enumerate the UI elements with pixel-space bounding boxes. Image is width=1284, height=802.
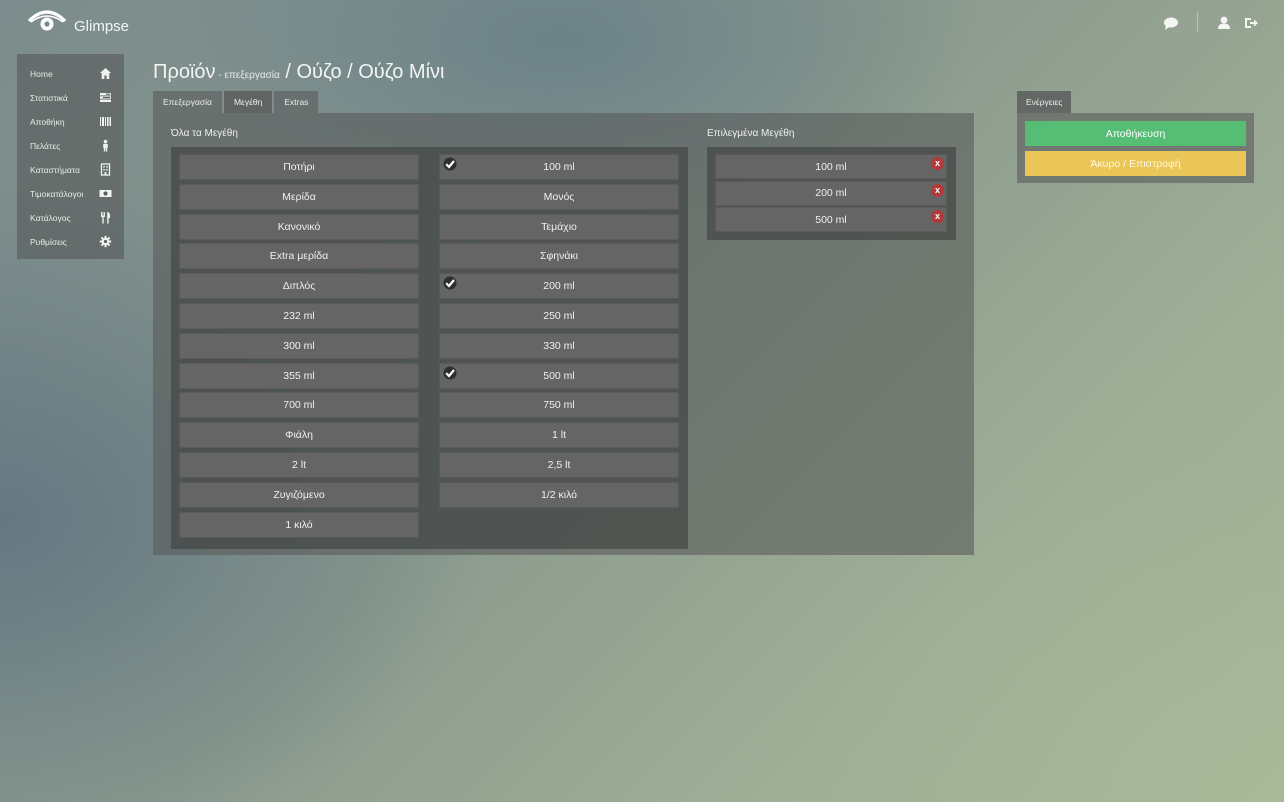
actions-tab[interactable]: Ενέργειες [1017, 91, 1072, 113]
size-option[interactable]: Μερίδα [179, 183, 419, 210]
remove-size-button[interactable]: x [931, 210, 944, 223]
size-option-label: Μονός [543, 190, 575, 203]
sidebar-item-customers[interactable]: Πελάτες [17, 134, 124, 158]
user-icon[interactable] [1215, 14, 1233, 32]
size-option-label: 750 ml [543, 399, 575, 412]
size-option[interactable]: 1/2 κιλό [439, 481, 679, 508]
sidebar-item-home[interactable]: Home [17, 62, 124, 86]
size-option-label: 100 ml [543, 161, 575, 173]
size-option-label: 2,5 lt [547, 459, 571, 471]
logout-icon[interactable] [1242, 14, 1260, 32]
size-option-label: 1/2 κιλό [540, 488, 578, 501]
size-option[interactable]: 232 ml [179, 303, 419, 329]
stats-icon [100, 93, 111, 102]
all-sizes-label: Όλα τα Μεγέθη [171, 128, 238, 139]
size-option[interactable]: Ποτήρι [179, 154, 419, 180]
remove-size-button[interactable]: x [931, 183, 944, 197]
size-option-label: 200 ml [543, 280, 575, 293]
size-option[interactable]: Ζυγιζόμενο [179, 481, 419, 508]
comment-icon[interactable] [1162, 14, 1180, 32]
check-icon [443, 276, 457, 290]
size-option[interactable]: Σφηνάκι [439, 243, 679, 270]
size-option[interactable]: Extra μερίδα [179, 243, 419, 270]
topbar-divider [1197, 12, 1198, 32]
sidebar-item-catalog[interactable]: Κατάλογος [17, 206, 124, 230]
size-option[interactable]: Τεμάχιο [439, 213, 679, 240]
barcode-icon [100, 117, 111, 126]
eye-icon[interactable] [27, 7, 67, 35]
tab-bar: Επεξεργασία Μεγέθη Extras [153, 91, 320, 113]
sidebar-item-label: Αποθήκη [30, 117, 65, 127]
size-option-label: Σφηνάκι [539, 250, 579, 263]
money-icon [99, 190, 112, 197]
sidebar-item-label: Ρυθμίσεις [30, 237, 67, 247]
size-option[interactable]: 2 lt [179, 452, 419, 478]
size-option[interactable]: 300 ml [179, 332, 419, 359]
check-icon [443, 157, 457, 171]
sidebar: Home Στατιστικά Αποθήκη Πελάτες Καταστήμ… [17, 54, 124, 259]
size-option[interactable]: 750 ml [439, 392, 679, 419]
selected-size-label: 200 ml [815, 187, 847, 199]
size-option-label: 1 lt [551, 429, 566, 442]
size-option[interactable]: 250 ml [439, 303, 679, 329]
title-path: / Ούζο / Ούζο Μίνι [279, 61, 445, 83]
title-main: Προϊόν [153, 61, 216, 83]
person-icon [103, 139, 108, 152]
cutlery-icon [101, 212, 111, 224]
sidebar-item-price-lists[interactable]: Τιμοκατάλογοι [17, 182, 124, 206]
selected-size-label: 100 ml [815, 160, 847, 173]
size-option[interactable]: 500 ml [439, 362, 679, 389]
save-button[interactable]: Αποθήκευση [1025, 121, 1246, 146]
selected-size-label: 500 ml [815, 213, 847, 226]
cancel-button[interactable]: Άκυρο / Επιστροφή [1025, 151, 1246, 176]
sidebar-item-label: Πελάτες [30, 141, 61, 151]
home-icon [100, 68, 111, 79]
sidebar-item-label: Κατάλογος [30, 213, 71, 223]
selected-sizes-label: Επιλεγμένα Μεγέθη [707, 128, 795, 139]
size-option[interactable]: 200 ml [439, 273, 679, 300]
sidebar-item-label: Καταστήματα [30, 165, 80, 175]
sidebar-item-label: Home [30, 69, 53, 79]
size-option[interactable]: 1 lt [439, 422, 679, 449]
sidebar-item-settings[interactable]: Ρυθμίσεις [17, 230, 124, 254]
gear-icon [99, 235, 112, 248]
size-option[interactable]: 2,5 lt [439, 452, 679, 478]
size-option[interactable]: 1 κιλό [179, 511, 419, 538]
size-option-label: 330 ml [543, 339, 575, 352]
sidebar-item-warehouse[interactable]: Αποθήκη [17, 110, 124, 134]
top-bar: Glimpse [0, 0, 1284, 50]
size-option[interactable]: 330 ml [439, 332, 679, 359]
size-option[interactable]: Διπλός [179, 273, 419, 300]
page-title: Προϊόν - επεξεργασία / Ούζο / Ούζο Μίνι [153, 61, 444, 84]
title-sub: - επεξεργασία [215, 70, 280, 81]
brand-name: Glimpse [74, 18, 130, 35]
sidebar-item-statistics[interactable]: Στατιστικά [17, 86, 124, 110]
sidebar-item-label: Τιμοκατάλογοι [30, 189, 84, 199]
size-option[interactable]: Φιάλη [179, 422, 419, 449]
size-option[interactable]: 100 ml [439, 154, 679, 180]
size-option-label: Τεμάχιο [541, 220, 577, 233]
selected-size-item: 200 ml x [715, 180, 947, 206]
selected-size-item: 100 ml x [715, 154, 947, 179]
size-option[interactable]: Κανονικό [179, 213, 419, 240]
selected-size-item: 500 ml x [715, 207, 947, 232]
sidebar-item-label: Στατιστικά [30, 93, 68, 103]
size-option[interactable]: Μονός [439, 183, 679, 210]
size-option[interactable]: 700 ml [179, 392, 419, 419]
tab-edit[interactable]: Επεξεργασία [153, 91, 222, 113]
size-option[interactable]: 355 ml [179, 362, 419, 389]
size-option-label: 500 ml [543, 369, 575, 382]
size-option-label: 250 ml [543, 310, 575, 322]
tab-sizes[interactable]: Μεγέθη [223, 91, 273, 113]
sidebar-item-stores[interactable]: Καταστήματα [17, 158, 124, 182]
remove-size-button[interactable]: x [931, 157, 944, 170]
check-icon [443, 366, 457, 380]
tab-extras[interactable]: Extras [274, 91, 319, 113]
building-icon [100, 163, 111, 176]
